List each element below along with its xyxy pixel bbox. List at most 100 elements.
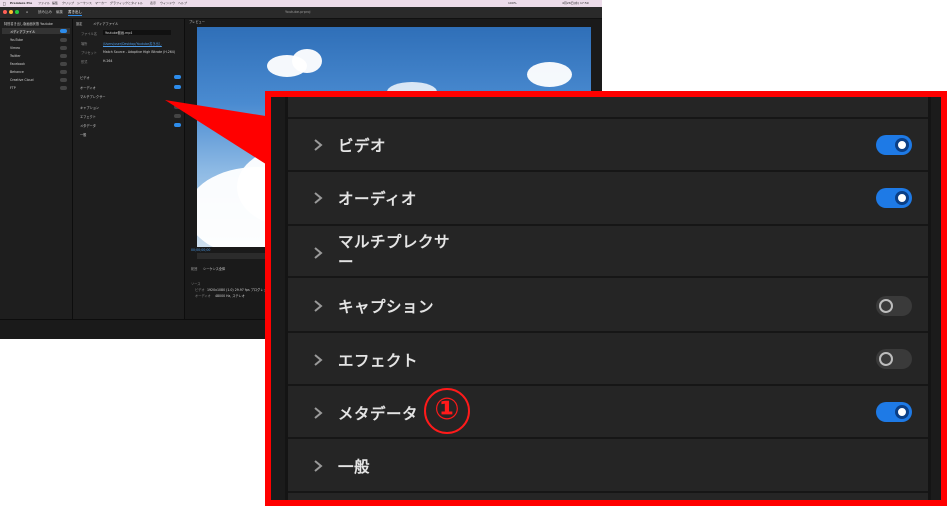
zoom-window-button[interactable] [15,10,19,14]
tab-edit[interactable]: 編集 [56,10,63,15]
destination-vimeo[interactable]: Vimeo [10,46,20,50]
destination-twitter-toggle[interactable] [60,54,67,58]
step-marker: ① [424,388,470,434]
zoom-label-general: 一般 [338,458,371,476]
section-multiplexer[interactable]: マルチプレクサー [80,94,106,99]
chevron-right-icon [313,460,323,472]
settings-header: 設定 [76,22,83,26]
zoom-row-video[interactable]: ビデオ [288,119,928,172]
zoom-label-video: ビデオ [338,137,387,155]
minimize-window-button[interactable] [9,10,13,14]
menu-graphics[interactable]: グラフィックとタイトル [110,0,143,7]
preview-title: プレビュー [189,20,205,24]
destination-ftp[interactable]: FTP [10,86,16,90]
zoom-row-captions[interactable]: キャプション [288,278,928,333]
format-select[interactable]: H.264 [103,59,112,63]
section-effects[interactable]: エフェクト [80,114,96,119]
menu-sequence[interactable]: シーケンス [77,0,92,7]
destination-ftp-toggle[interactable] [60,86,67,90]
format-label: 形式 [81,60,88,64]
location-link[interactable]: /Users/user/Desktop/Youtube書き出し [103,41,162,46]
destination-vimeo-toggle[interactable] [60,46,67,50]
source-video-label: ビデオ [195,288,205,292]
menu-view[interactable]: 表示 [150,0,156,7]
zoom-row-multiplexer[interactable]: マルチプレクサ ー [288,226,928,278]
destination-media-file-toggle[interactable] [60,29,67,33]
range-label: 範囲 [191,267,198,271]
chevron-right-icon [313,192,323,204]
section-metadata[interactable]: メタデータ [80,123,96,128]
zoom-sections-panel: ビデオ オーディオ マルチプレクサ ー キャプション エフェクト メタデータ 一… [285,97,931,500]
zoom-row-effects[interactable]: エフェクト [288,333,928,386]
window-titlebar: ⌂ 読み込み 編集 書き出し Youtube.prproj [0,7,602,19]
toggle-knob [895,405,909,419]
destination-facebook-toggle[interactable] [60,62,67,66]
zoom-label-effects: エフェクト [338,352,419,370]
filename-label: ファイル名 [81,32,97,36]
zoom-label-multiplexer: マルチプレクサ ー [338,233,451,271]
destination-creative-cloud-toggle[interactable] [60,78,67,82]
menu-window[interactable]: ウィンドウ [160,0,175,7]
menu-edit[interactable]: 編集 [52,0,58,7]
chevron-right-icon [313,300,323,312]
section-audio-toggle[interactable] [174,85,181,89]
preset-label: プリセット [81,51,97,55]
menu-app-name[interactable]: Premiere Pro [10,0,32,7]
zoom-row-audio[interactable]: オーディオ [288,172,928,226]
source-audio-label: オーディオ [195,294,211,298]
destination-twitter[interactable]: Twitter [10,54,21,58]
zoom-label-metadata: メタデータ [338,405,419,423]
destination-creative-cloud[interactable]: Creative Cloud [10,78,33,82]
destination-youtube-toggle[interactable] [60,38,67,42]
zoom-toggle-video[interactable] [876,135,912,155]
toggle-knob [895,138,909,152]
menu-clip[interactable]: クリップ [62,0,74,7]
section-metadata-toggle[interactable] [174,123,181,127]
zoom-label-audio: オーディオ [338,190,417,208]
settings-panel: 設定 メディアファイル ファイル名 Youtube動画.mp4 場所 /User… [73,19,185,319]
close-window-button[interactable] [3,10,7,14]
preset-select[interactable]: Match Source - Adaptive High Bitrate (H.… [103,50,175,54]
tab-export[interactable]: 書き出し [68,10,82,16]
zoom-toggle-metadata[interactable] [876,402,912,422]
section-video[interactable]: ビデオ [80,75,90,80]
section-audio[interactable]: オーディオ [80,85,96,90]
section-captions[interactable]: キャプション [80,105,99,110]
zoom-toggle-effects[interactable] [876,349,912,369]
destination-media-file[interactable]: メディアファイル [10,29,35,34]
zoom-toggle-audio[interactable] [876,188,912,208]
window-title: Youtube.prproj [285,10,311,14]
section-captions-toggle[interactable] [174,105,181,109]
destination-facebook[interactable]: Facebook [10,62,25,66]
range-select[interactable]: シーケンス全体 [203,266,225,271]
zoom-row-top-edge [288,97,928,119]
home-icon[interactable]: ⌂ [26,10,28,14]
source-label: ソース [191,282,201,286]
section-video-toggle[interactable] [174,75,181,79]
apple-icon[interactable]:  [3,0,5,7]
destination-behance-toggle[interactable] [60,70,67,74]
zoom-row-metadata[interactable]: メタデータ [288,386,928,439]
settings-file-section: メディアファイル [93,22,119,26]
source-video-value: 1920x1080 (1.0) 29.97 fps プログレッシブ [207,288,273,292]
chevron-right-icon [313,139,323,151]
toggle-knob [879,352,893,366]
section-general[interactable]: 一般 [80,132,86,137]
menu-help[interactable]: ヘルプ [178,0,187,7]
section-effects-toggle[interactable] [174,114,181,118]
zoom-toggle-captions[interactable] [876,296,912,316]
timecode: 00;00;00;00 [191,248,211,252]
zoom-row-general[interactable]: 一般 [288,439,928,493]
destination-youtube[interactable]: YouTube [10,38,23,42]
location-label: 場所 [81,42,88,46]
menu-marker[interactable]: マーカー [95,0,107,7]
chevron-right-icon [313,354,323,366]
destinations-panel: 特別書き出し版画面状態 Youtube メディアファイル YouTube Vim… [0,19,73,319]
filename-input[interactable]: Youtube動画.mp4 [103,30,171,35]
zoom-callout: ビデオ オーディオ マルチプレクサ ー キャプション エフェクト メタデータ 一… [265,91,947,506]
menu-file[interactable]: ファイル [38,0,50,7]
tab-import[interactable]: 読み込み [38,10,52,15]
destination-behance[interactable]: Behance [10,70,24,74]
toggle-knob [879,299,893,313]
destinations-header: 特別書き出し版画面状態 Youtube [4,22,53,26]
